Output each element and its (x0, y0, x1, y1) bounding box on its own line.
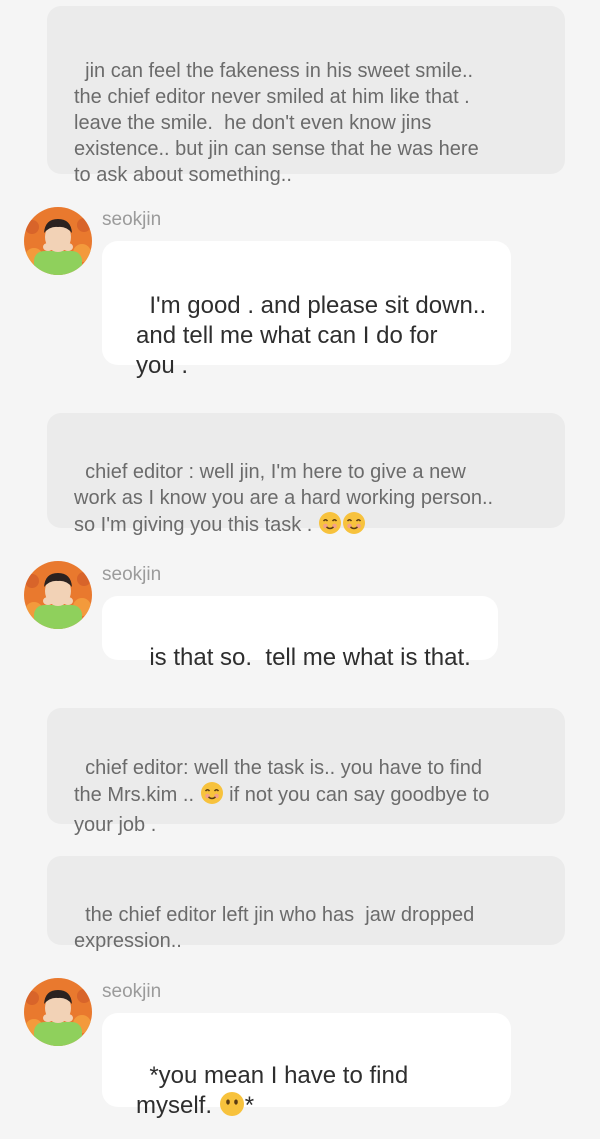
character-text: I'm good . and please sit down.. and tel… (136, 292, 487, 379)
narration-text: the chief editor left jin who has jaw dr… (74, 904, 475, 952)
avatar-image (24, 978, 92, 1046)
avatar[interactable] (24, 207, 92, 275)
speaker-name: seokjin (102, 981, 162, 1002)
character-text: *you mean I have to find myself. (136, 1062, 409, 1119)
character-bubble: I'm good . and please sit down.. and tel… (102, 241, 511, 379)
smiling-face-emoji (318, 511, 342, 542)
character-bubble: *you mean I have to find myself. * (102, 1013, 511, 1119)
avatar-image (24, 207, 92, 275)
narration-bubble: chief editor: well the task is.. you hav… (47, 708, 565, 836)
narration-text: chief editor : well jin, I'm here to giv… (74, 461, 494, 536)
narration-text: jin can feel the fakeness in his sweet s… (74, 60, 479, 186)
speaker-name: seokjin (102, 209, 162, 230)
face-without-mouth-emoji (219, 1091, 245, 1125)
narration-bubble: the chief editor left jin who has jaw dr… (47, 856, 565, 952)
character-bubble: is that so. tell me what is that. (102, 596, 498, 671)
narration-bubble: chief editor : well jin, I'm here to giv… (47, 413, 565, 536)
avatar[interactable] (24, 561, 92, 629)
speaker-name: seokjin (102, 564, 162, 585)
character-text: * (244, 1092, 255, 1119)
narration-bubble: jin can feel the fakeness in his sweet s… (47, 6, 565, 186)
smiling-face-emoji (200, 781, 224, 812)
avatar[interactable] (24, 978, 92, 1046)
smiling-face-emoji (342, 511, 366, 542)
character-text: is that so. tell me what is that. (149, 644, 471, 671)
avatar-image (24, 561, 92, 629)
